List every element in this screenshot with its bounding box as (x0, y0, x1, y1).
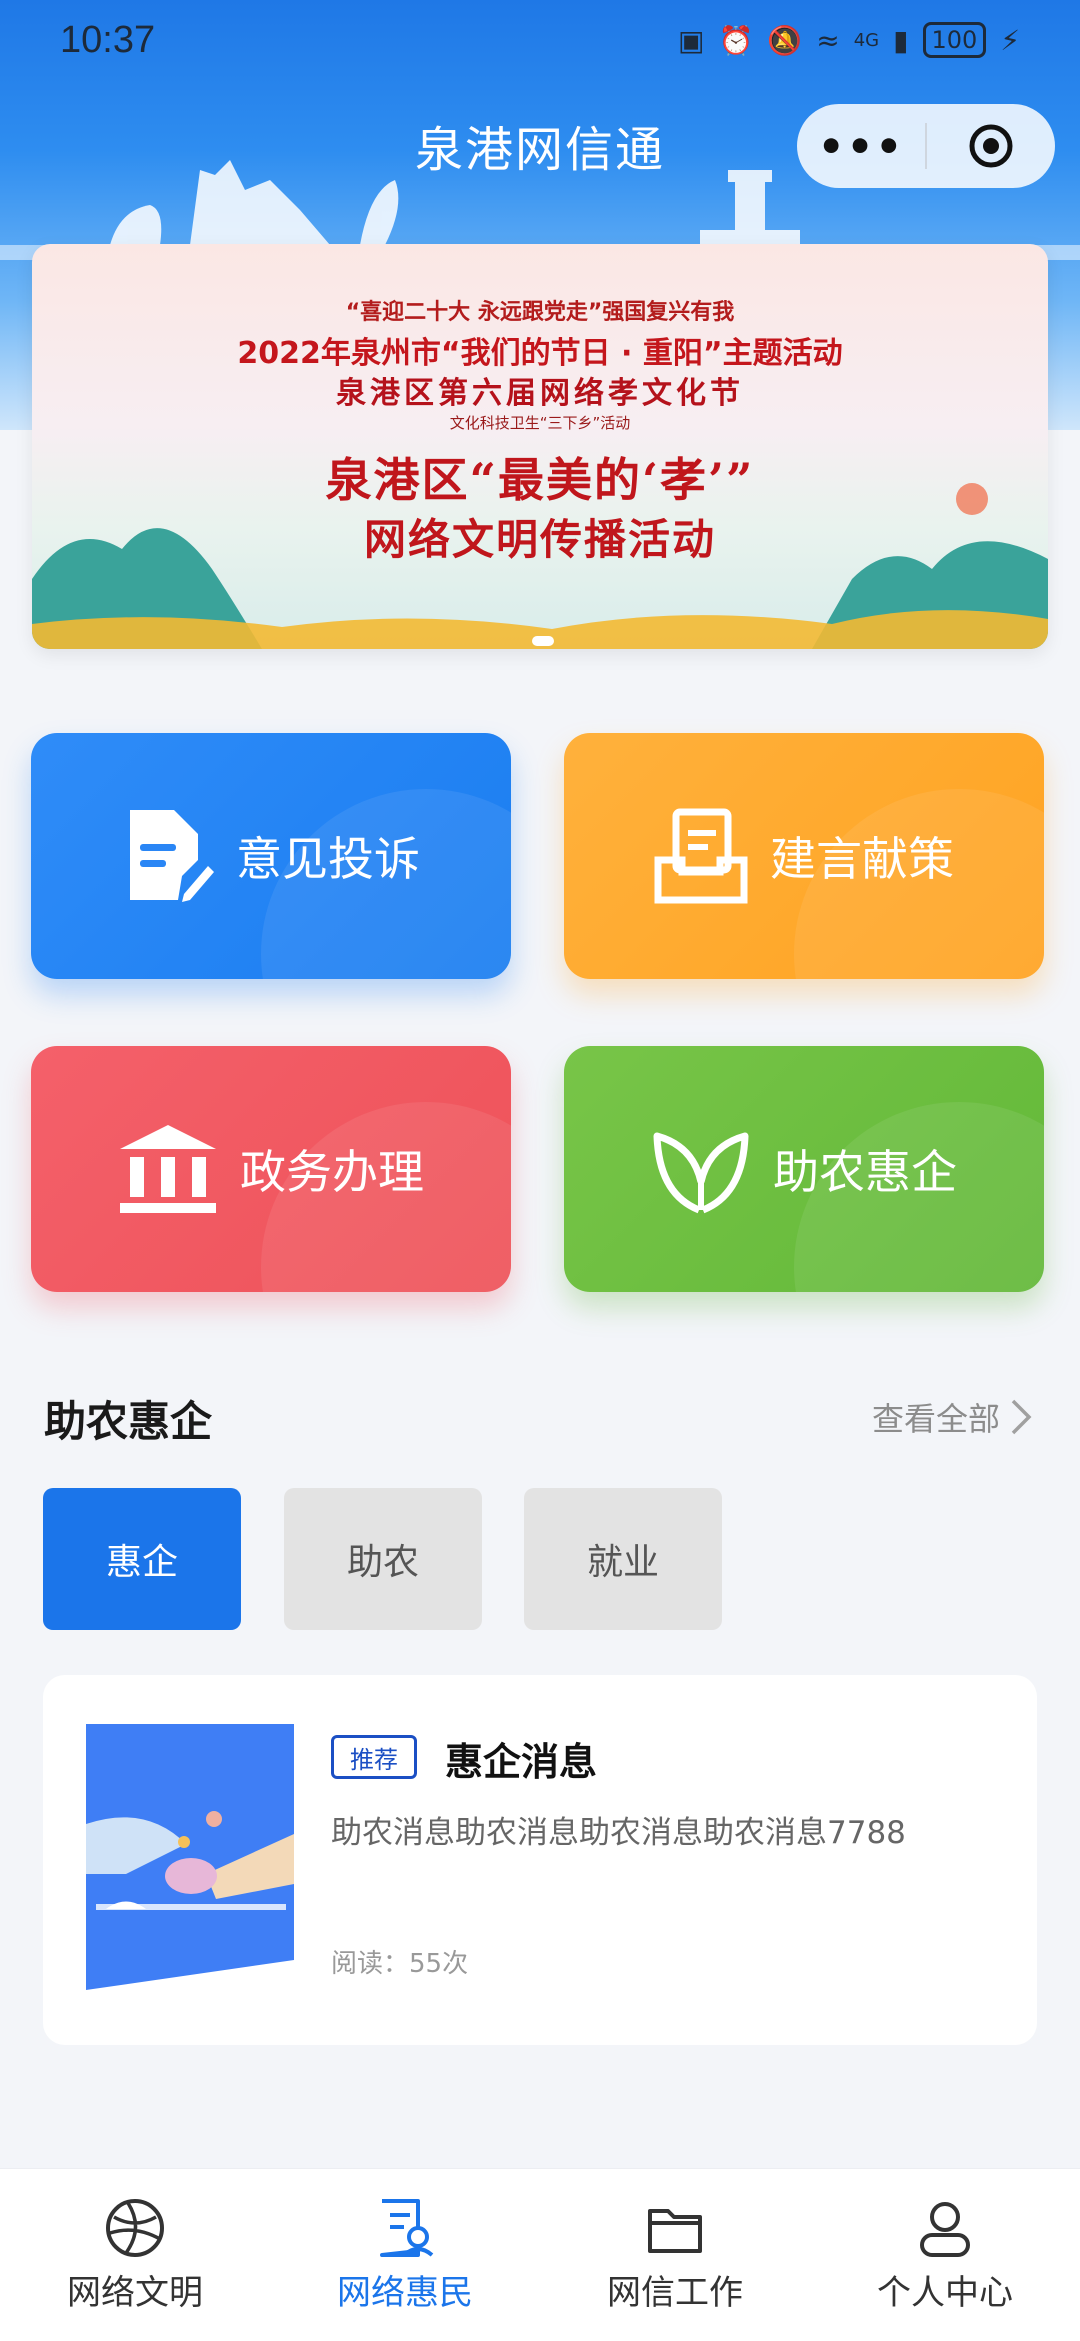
network-type: 4G (853, 29, 880, 51)
article-read-count: 阅读：55次 (331, 1949, 469, 1979)
filter-tab-business[interactable]: 惠企 (43, 1488, 241, 1630)
tab-network-benefits[interactable]: 网络惠民 (270, 2169, 540, 2341)
banner-line-4: 文化科技卫生“三下乡”活动 (449, 414, 631, 432)
charging-icon: ⚡ (1000, 23, 1020, 57)
signal-icon: ▮ (893, 23, 909, 57)
close-button[interactable] (927, 121, 1055, 171)
banner-line-1: “喜迎二十大 永远跟党走”强国复兴有我 (345, 300, 735, 325)
carousel-indicator (532, 636, 554, 646)
tab-cyber-work[interactable]: 网信工作 (540, 2169, 810, 2341)
view-all-label: 查看全部 (871, 1400, 1000, 1438)
chevron-right-icon (1011, 1399, 1032, 1435)
article-thumbnail (86, 1724, 294, 1990)
inbox-document-icon (654, 808, 748, 904)
target-icon (969, 124, 1013, 168)
tab-label: 网络文明 (67, 2273, 203, 2313)
tab-label: 网络惠民 (337, 2273, 473, 2313)
tile-agri-business[interactable]: 助农惠企 (564, 1046, 1044, 1292)
wifi-icon: ≈ (816, 23, 840, 57)
filter-tab-employment[interactable]: 就业 (524, 1488, 722, 1630)
banner-line-2: 2022年泉州市“我们的节日 · 重阳”主题活动 (237, 336, 843, 371)
folder-icon (648, 2209, 702, 2253)
filter-tab-agriculture[interactable]: 助农 (284, 1488, 482, 1630)
article-description: 助农消息助农消息助农消息助农消息7788 (331, 1815, 906, 1851)
status-bar: 10:37 ▣ ⏰ 🔕 ≈ 4G ▮ 100 ⚡ (0, 0, 1080, 80)
status-icons: ▣ ⏰ 🔕 ≈ 4G ▮ 100 ⚡ (678, 22, 1020, 58)
banner-carousel[interactable]: “喜迎二十大 永远跟党走”强国复兴有我 2022年泉州市“我们的节日 · 重阳”… (32, 244, 1048, 649)
document-person-icon (380, 2199, 434, 2257)
section-title: 助农惠企 (44, 1397, 213, 1446)
nfc-icon: ▣ (678, 23, 705, 57)
tile-label: 政务办理 (240, 1145, 424, 1199)
alarm-icon: ⏰ (718, 23, 754, 57)
tile-label: 建言献策 (770, 832, 954, 886)
recommended-badge: 推荐 (331, 1735, 417, 1779)
more-button[interactable]: ••• (797, 122, 925, 171)
tile-government-service[interactable]: 政务办理 (31, 1046, 511, 1292)
government-building-icon (120, 1125, 216, 1213)
status-time: 10:37 (60, 18, 156, 61)
tab-network-civilization[interactable]: 网络文明 (0, 2169, 270, 2341)
banner-line-5: 泉港区“最美的‘孝’” (325, 453, 755, 507)
banner-line-6: 网络文明传播活动 (363, 515, 716, 564)
miniprogram-capsule: ••• (797, 104, 1055, 188)
article-title: 惠企消息 (445, 1740, 598, 1784)
tile-suggestion[interactable]: 建言献策 (564, 733, 1044, 979)
battery-icon: 100 (922, 22, 987, 58)
tab-label: 网信工作 (607, 2273, 743, 2313)
bottom-tab-bar: 网络文明 网络惠民 网信工作 个人中心 (0, 2168, 1080, 2341)
user-icon (920, 2202, 970, 2257)
document-edit-icon (130, 810, 214, 902)
tile-label: 意见投诉 (236, 832, 420, 886)
mute-icon: 🔕 (767, 23, 803, 57)
tile-complaint[interactable]: 意见投诉 (31, 733, 511, 979)
banner-line-3: 泉港区第六届网络孝文化节 (336, 376, 744, 411)
tab-label: 个人中心 (877, 2273, 1013, 2313)
leaf-icon (653, 1132, 749, 1214)
tab-personal-center[interactable]: 个人中心 (810, 2169, 1080, 2341)
view-all-link[interactable]: 查看全部 (872, 1394, 1032, 1440)
tile-label: 助农惠企 (773, 1145, 957, 1199)
article-card[interactable]: 推荐 惠企消息 助农消息助农消息助农消息助农消息7788 阅读：55次 (43, 1675, 1037, 2045)
globe-icon (106, 2199, 164, 2257)
